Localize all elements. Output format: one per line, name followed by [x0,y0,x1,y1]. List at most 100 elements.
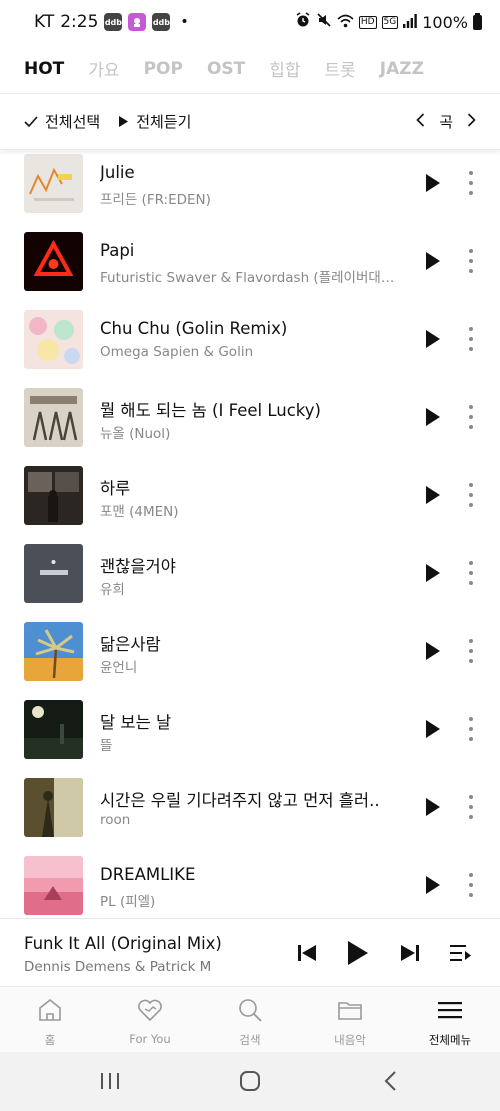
song-row[interactable]: 달 보는 날 뜰 [0,696,500,774]
play-pause-button[interactable] [346,939,370,971]
now-playing-title: Funk It All (Original Mix) [24,934,222,953]
album-art [24,700,83,759]
song-artist: 프리든 (FR:EDEN) [100,192,211,208]
home-icon [37,997,63,1026]
tab-hot[interactable]: HOT [24,59,64,79]
next-track-button[interactable] [400,943,420,967]
check-icon [24,115,38,128]
song-row[interactable]: 하루 포맨 (4MEN) [0,462,500,540]
nav-full-menu-label: 전체메뉴 [428,1033,472,1047]
song-row[interactable]: 시간은 우릴 기다려주지 않고 먼저 흘러.. roon [0,774,500,852]
listen-all-button[interactable]: 전체듣기 [118,111,191,132]
network-type-badge: 5G [381,15,399,29]
song-title: Julie [100,163,135,182]
more-options-button[interactable] [466,639,476,663]
album-art [24,154,83,213]
song-row[interactable]: Papi Futuristic Swaver & Flavordash (플레이… [0,228,500,306]
more-options-button[interactable] [466,561,476,585]
back-button[interactable] [383,1071,397,1095]
play-button[interactable] [424,562,442,584]
wifi-icon [337,13,354,32]
album-art [24,310,83,369]
song-artist: 뜰 [100,738,113,754]
select-all-label: 전체선택 [45,113,101,131]
tab-pop[interactable]: POP [144,59,183,79]
song-artist: 포맨 (4MEN) [100,504,179,520]
song-artist: PL (피엘) [100,894,156,910]
play-button[interactable] [424,640,442,662]
select-all-button[interactable]: 전체선택 [24,111,100,132]
play-button[interactable] [424,796,442,818]
battery-percent: 100% [422,12,468,32]
sort-prev-button[interactable] [416,112,425,131]
song-row[interactable]: Chu Chu (Golin Remix) Omega Sapien & Gol… [0,306,500,384]
nav-home[interactable]: 홈 [0,987,100,1052]
app-notification-icon [128,13,147,31]
home-button[interactable] [239,1071,261,1095]
list-controls: 전체선택 전체듣기 곡 [0,94,500,150]
nav-my-music-label: 내음악 [334,1033,366,1047]
signal-icon [403,13,418,32]
song-title: DREAMLIKE [100,865,196,884]
more-options-button[interactable] [466,795,476,819]
play-button[interactable] [424,484,442,506]
more-options-button[interactable] [466,717,476,741]
nav-my-music[interactable]: 내음악 [300,987,400,1052]
song-row[interactable]: 닮은사람 윤언니 [0,618,500,696]
previous-track-button[interactable] [297,943,317,967]
bottom-nav: 홈 For You 검색 내음악 전체메뉴 [0,986,500,1052]
more-options-button[interactable] [466,249,476,273]
play-button[interactable] [424,874,442,896]
play-button[interactable] [424,718,442,740]
album-art [24,778,83,837]
song-title: 괜찮을거야 [100,557,176,576]
battery-icon [473,12,482,30]
sort-next-button[interactable] [467,112,476,131]
song-row[interactable]: 뭘 해도 되는 놈 (I Feel Lucky) 뉴올 (Nuol) [0,384,500,462]
song-artist: 유희 [100,582,125,598]
song-title: Chu Chu (Golin Remix) [100,319,288,338]
hd-voice-badge: HD [358,15,377,29]
tab-jazz[interactable]: JAZZ [380,59,424,79]
song-title: 닮은사람 [100,635,161,654]
nav-for-you[interactable]: For You [100,987,200,1052]
now-playing-artist: Dennis Demens & Patrick M [24,959,212,975]
tab-trot[interactable]: 트롯 [325,56,356,81]
mute-icon [316,12,332,32]
menu-icon [437,997,463,1026]
tab-ost[interactable]: OST [207,59,245,79]
more-options-button[interactable] [466,327,476,351]
tab-gayo[interactable]: 가요 [88,56,119,81]
more-options-button[interactable] [466,405,476,429]
more-options-button[interactable] [466,483,476,507]
system-nav-bar [0,1052,500,1111]
sort-label: 곡 [439,113,453,131]
recent-apps-button[interactable] [100,1072,120,1094]
nav-for-you-label: For You [129,1032,171,1046]
play-icon [118,115,129,128]
play-button[interactable] [424,328,442,350]
mini-player[interactable]: Funk It All (Original Mix) Dennis Demens… [0,918,500,986]
album-art [24,232,83,291]
song-row[interactable]: Julie 프리든 (FR:EDEN) [0,150,500,228]
play-button[interactable] [424,250,442,272]
play-button[interactable] [424,406,442,428]
tab-hiphop[interactable]: 힙합 [269,56,300,81]
clock: 2:25 [60,12,99,32]
song-artist: 뉴올 (Nuol) [100,426,171,442]
flo-notification-icon: ddb [104,13,123,31]
song-row[interactable]: 괜찮을거야 유희 [0,540,500,618]
heart-icon [136,997,164,1026]
song-title: 하루 [100,479,131,498]
song-row[interactable]: DREAMLIKE PL (피엘) [0,852,500,918]
play-button[interactable] [424,172,442,194]
nav-home-label: 홈 [44,1033,56,1047]
nav-full-menu[interactable]: 전체메뉴 [400,987,500,1052]
playlist-button[interactable] [450,943,472,967]
status-bar: KT 2:25 ddb ddb • HD 5G 100% [0,0,500,44]
album-art [24,856,83,915]
song-list: Julie 프리든 (FR:EDEN) Papi Futuristic Swav… [0,150,500,918]
nav-search[interactable]: 검색 [200,987,300,1052]
more-options-button[interactable] [466,873,476,897]
more-options-button[interactable] [466,171,476,195]
